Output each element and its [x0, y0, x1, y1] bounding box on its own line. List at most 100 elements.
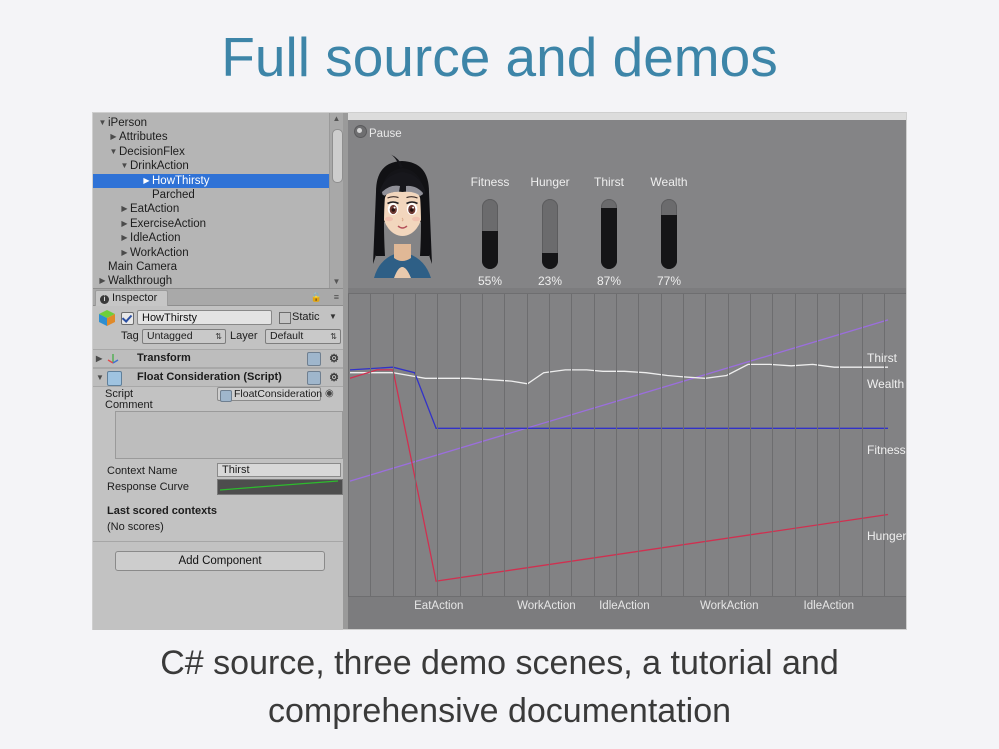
context-name-field[interactable]: Thirst [217, 463, 341, 477]
tab-inspector-label: Inspector [112, 292, 158, 304]
hierarchy-item-label: DecisionFlex [119, 145, 185, 158]
chart-lines [349, 319, 889, 582]
chart-gridline [415, 294, 416, 596]
fold-open-icon[interactable]: ▼ [119, 159, 130, 173]
chevron-down-icon[interactable]: ▼ [329, 312, 337, 321]
chart-xlabel: IdleAction [599, 600, 650, 612]
hierarchy-item-label: DrinkAction [130, 160, 189, 173]
help-icon[interactable] [307, 371, 321, 385]
stat-value: 77% [656, 274, 682, 288]
object-picker-icon[interactable]: ◉ [325, 388, 334, 399]
attribute-history-chart: Thirst Wealth Fitness Hunger EatAction WorkAc… [348, 288, 906, 629]
last-scored-value: (No scores) [107, 521, 164, 533]
hierarchy-item-exerciseaction[interactable]: ▶ ExerciseAction [93, 217, 329, 231]
comment-textarea[interactable] [115, 411, 343, 459]
divider [93, 541, 343, 542]
fold-closed-icon[interactable]: ▶ [119, 231, 130, 245]
gameobject-icon [99, 310, 115, 326]
stat-slider[interactable] [482, 199, 498, 269]
stat-fill [542, 252, 558, 269]
chevron-down-icon: ⇅ [215, 332, 222, 341]
object-enabled-checkbox[interactable] [121, 312, 134, 325]
hierarchy-item-walkthrough[interactable]: ▶ Walkthrough [93, 274, 329, 288]
fold-open-icon[interactable]: ▼ [108, 145, 119, 159]
stat-label: Wealth [650, 175, 688, 189]
gear-icon[interactable]: ⚙ [329, 370, 339, 387]
scroll-up-icon[interactable]: ▲ [330, 113, 343, 125]
hierarchy-item-label: Main Camera [108, 260, 178, 273]
stat-thirst: Thirst 87% [579, 175, 639, 288]
hierarchy-item-attributes[interactable]: ▶ Attributes [93, 130, 329, 144]
hierarchy-item-workaction[interactable]: ▶ WorkAction [93, 246, 329, 260]
component-header-float-consideration[interactable]: ▼ Float Consideration (Script) ⚙ [93, 368, 343, 387]
fold-closed-icon[interactable]: ▶ [119, 246, 130, 260]
chart-gridline [839, 294, 840, 596]
hierarchy-item-decisionflex[interactable]: ▼ DecisionFlex [93, 145, 329, 159]
stat-slider[interactable] [661, 199, 677, 269]
component-header-transform[interactable]: ▶ Transform ⚙ [93, 349, 343, 368]
inspector-panel[interactable]: iInspector 🔒 ≡ HowThirsty Static ▼ Tag [93, 288, 343, 630]
hierarchy-item-main-camera[interactable]: ▶Main Camera [93, 260, 329, 274]
lock-icon[interactable]: 🔒 [311, 292, 322, 303]
tag-layer-row: Tag Untagged ⇅ Layer Default ⇅ [93, 328, 343, 346]
fold-spacer-icon: ▶ [143, 175, 150, 185]
scrollbar-thumb[interactable] [332, 129, 343, 183]
character-portrait [356, 152, 449, 278]
slide-caption: C# source, three demo scenes, a tutorial… [160, 644, 839, 730]
stat-fill [661, 215, 677, 269]
stat-value: 55% [477, 274, 503, 288]
tab-inspector[interactable]: i Inspector [95, 290, 169, 306]
chart-gridline [683, 294, 684, 596]
help-icon[interactable] [307, 352, 321, 366]
fold-closed-icon[interactable]: ▶ [119, 217, 130, 231]
stat-slider[interactable] [542, 199, 558, 269]
hierarchy-item-label: Parched [152, 188, 195, 201]
chart-gridline [482, 294, 483, 596]
chart-gridline [460, 294, 461, 596]
gear-icon[interactable]: ⚙ [329, 351, 339, 368]
chart-xlabel: WorkAction [517, 600, 576, 612]
chart-gridline [437, 294, 438, 596]
stat-wealth: Wealth 77% [639, 175, 699, 288]
hierarchy-panel[interactable]: ▼ iPerson ▶ Attributes ▼ DecisionFlex ▼ DrinkAc… [93, 113, 343, 288]
object-name-field[interactable]: HowThirsty [137, 310, 272, 325]
chevron-down-icon: ⇅ [330, 332, 337, 341]
stat-slider[interactable] [601, 199, 617, 269]
script-icon [107, 371, 122, 386]
response-curve-field[interactable] [217, 479, 343, 495]
hierarchy-item-howthirsty[interactable]: ▶ HowThirsty [93, 173, 329, 188]
stat-hunger: Hunger 23% [520, 175, 580, 288]
fold-closed-icon[interactable]: ▶ [97, 274, 108, 288]
editor-left-column: ▼ iPerson ▶ Attributes ▼ DecisionFlex ▼ DrinkAc… [93, 113, 343, 630]
fold-closed-icon[interactable]: ▶ [108, 130, 119, 144]
hierarchy-item-eataction[interactable]: ▶ EatAction [93, 202, 329, 216]
hierarchy-item-parched[interactable]: ▶Parched [93, 188, 329, 202]
menu-icon[interactable]: ≡ [334, 292, 339, 302]
script-value: FloatConsideration [234, 388, 323, 400]
stat-label: Thirst [594, 175, 624, 189]
pause-label: Pause [369, 128, 402, 140]
script-object-field[interactable]: FloatConsideration [217, 387, 323, 402]
static-checkbox[interactable] [279, 312, 291, 324]
hierarchy-item-idleaction[interactable]: ▶ IdleAction [93, 231, 329, 245]
object-name-row: HowThirsty Static ▼ [93, 308, 343, 328]
fold-arrow-icon[interactable]: ▼ [96, 369, 104, 386]
pause-toggle[interactable]: Pause [354, 125, 402, 140]
radio-icon[interactable] [354, 125, 367, 138]
tag-dropdown[interactable]: Untagged ⇅ [142, 329, 226, 344]
chart-legend-hunger: Hunger [867, 529, 907, 544]
layer-value: Default [270, 330, 304, 342]
fold-closed-icon[interactable]: ▶ [119, 202, 130, 216]
fold-arrow-icon[interactable]: ▶ [96, 350, 102, 367]
stat-fitness: Fitness 55% [460, 175, 520, 288]
hierarchy-item-drinkaction[interactable]: ▼ DrinkAction [93, 159, 329, 173]
hierarchy-item-iperson[interactable]: ▼ iPerson [93, 116, 329, 130]
comment-label: Comment [105, 399, 153, 411]
add-component-button[interactable]: Add Component [115, 551, 325, 571]
hierarchy-scrollbar[interactable]: ▲ ▼ [329, 113, 343, 288]
game-view-panel: Pause Fitness 55% Hunger 23% Thirst 87% … [348, 113, 906, 629]
layer-dropdown[interactable]: Default ⇅ [265, 329, 341, 344]
scroll-down-icon[interactable]: ▼ [330, 276, 343, 288]
chart-gridline [594, 294, 595, 596]
fold-open-icon[interactable]: ▼ [97, 116, 108, 130]
